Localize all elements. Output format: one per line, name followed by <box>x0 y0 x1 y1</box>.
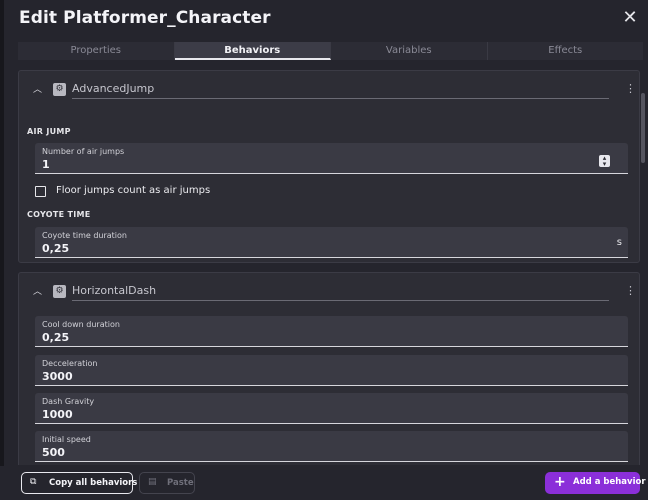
behavior-header: ︿ ⚙ AdvancedJump ⋮ <box>19 71 639 109</box>
dialog-title: Edit Platformer_Character <box>19 8 271 28</box>
chevron-up-icon[interactable]: ︿ <box>33 284 42 297</box>
field-label: Coyote time duration <box>42 231 127 240</box>
initial-speed-field[interactable]: Initial speed 500 <box>35 431 628 462</box>
field-value: 0,25 <box>42 331 70 344</box>
button-label: Copy all behaviors <box>49 478 138 488</box>
tab-bar: Properties Behaviors Variables Effects <box>18 42 643 60</box>
tab-properties[interactable]: Properties <box>18 42 175 60</box>
field-value: 1000 <box>42 408 73 421</box>
add-behavior-button[interactable]: + Add a behavior <box>545 472 646 494</box>
dialog-footer: ⧉ Copy all behaviors ▤ Paste + Add a beh… <box>0 466 648 500</box>
field-value: 3000 <box>42 370 73 383</box>
behavior-card-horizontal-dash: ︿ ⚙ HorizontalDash ⋮ Cool down duration … <box>18 272 640 465</box>
tab-effects[interactable]: Effects <box>488 42 644 60</box>
behavior-name-input[interactable]: HorizontalDash <box>72 284 609 301</box>
floor-jumps-checkbox-row[interactable]: Floor jumps count as air jumps <box>35 185 335 199</box>
behavior-card-advanced-jump: ︿ ⚙ AdvancedJump ⋮ AIR JUMP Number of ai… <box>18 70 640 263</box>
dash-gravity-field[interactable]: Dash Gravity 1000 <box>35 393 628 424</box>
scrollbar-thumb[interactable] <box>641 93 645 163</box>
section-title-coyote-time: COYOTE TIME <box>27 210 91 219</box>
unit-label: s <box>616 237 622 248</box>
button-label: Add a behavior <box>573 477 646 487</box>
field-label: Decceleration <box>42 359 98 368</box>
tab-variables[interactable]: Variables <box>331 42 488 60</box>
stepper-icon[interactable]: ▴ ▾ <box>599 155 610 168</box>
behavior-name-input[interactable]: AdvancedJump <box>72 82 609 99</box>
copy-all-behaviors-button[interactable]: ⧉ Copy all behaviors <box>21 472 137 494</box>
field-label: Cool down duration <box>42 320 120 329</box>
behaviors-list: ︿ ⚙ AdvancedJump ⋮ AIR JUMP Number of ai… <box>18 66 640 465</box>
cool-down-duration-field[interactable]: Cool down duration 0,25 <box>35 316 628 347</box>
plus-icon: + <box>554 474 566 490</box>
checkbox-label: Floor jumps count as air jumps <box>56 185 211 196</box>
close-icon[interactable]: ✕ <box>620 8 640 28</box>
decceleration-field[interactable]: Decceleration 3000 <box>35 355 628 386</box>
field-value: 1 <box>42 158 50 171</box>
paste-button[interactable]: ▤ Paste <box>139 472 195 494</box>
edit-object-dialog: Edit Platformer_Character ✕ Properties B… <box>4 0 648 500</box>
clipboard-icon: ▤ <box>148 477 157 487</box>
more-options-icon[interactable]: ⋮ <box>625 284 636 297</box>
behavior-icon: ⚙ <box>53 285 66 298</box>
field-label: Initial speed <box>42 435 91 444</box>
more-options-icon[interactable]: ⋮ <box>625 82 636 95</box>
field-value: 500 <box>42 446 65 459</box>
behavior-icon: ⚙ <box>53 83 66 96</box>
coyote-time-duration-field[interactable]: Coyote time duration 0,25 s <box>35 227 628 258</box>
section-title-air-jump: AIR JUMP <box>27 127 71 136</box>
number-of-air-jumps-field[interactable]: Number of air jumps 1 ▴ ▾ <box>35 143 628 174</box>
field-label: Number of air jumps <box>42 147 125 156</box>
tab-behaviors[interactable]: Behaviors <box>174 42 331 60</box>
floor-jumps-checkbox[interactable] <box>35 186 46 197</box>
chevron-up-icon[interactable]: ︿ <box>33 82 42 95</box>
field-value: 0,25 <box>42 242 70 255</box>
field-label: Dash Gravity <box>42 397 95 406</box>
behavior-header: ︿ ⚙ HorizontalDash ⋮ <box>19 273 639 311</box>
button-label: Paste <box>167 478 194 488</box>
copy-icon: ⧉ <box>30 477 37 487</box>
